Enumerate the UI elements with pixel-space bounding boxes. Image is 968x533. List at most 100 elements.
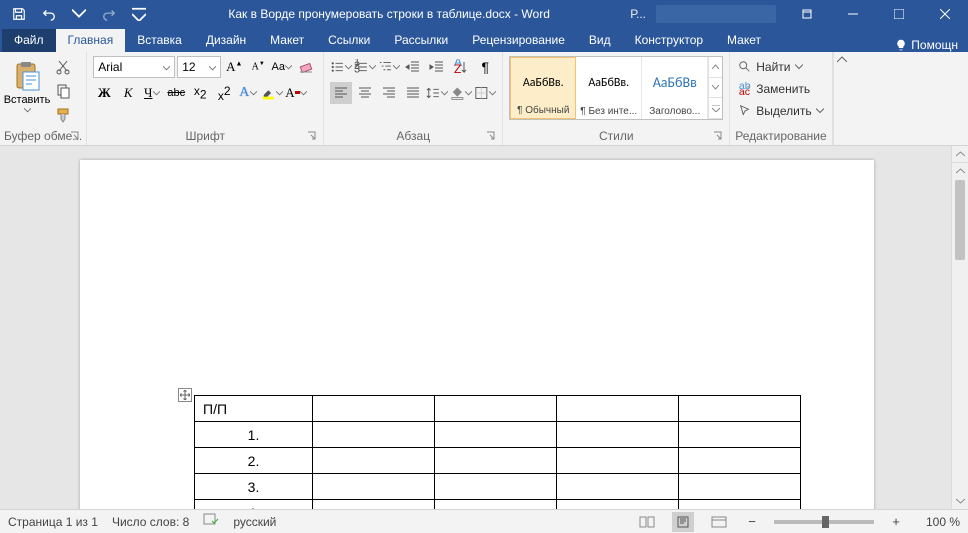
table-row[interactable]: 2. bbox=[195, 448, 801, 474]
table-move-handle[interactable] bbox=[178, 388, 192, 402]
table-cell[interactable]: 3. bbox=[195, 474, 313, 500]
tab-table-design[interactable]: Конструктор bbox=[623, 29, 715, 52]
grow-font-button[interactable]: A▲ bbox=[223, 56, 245, 78]
table-cell[interactable] bbox=[435, 448, 557, 474]
table-cell[interactable] bbox=[557, 474, 679, 500]
page-indicator[interactable]: Страница 1 из 1 bbox=[8, 515, 98, 529]
font-color-button[interactable]: A bbox=[285, 82, 307, 104]
qat-customize[interactable] bbox=[128, 3, 150, 25]
word-count[interactable]: Число слов: 8 bbox=[112, 515, 189, 529]
show-marks-button[interactable]: ¶ bbox=[474, 56, 496, 78]
table-cell[interactable] bbox=[313, 474, 435, 500]
undo-dropdown[interactable] bbox=[68, 3, 90, 25]
find-button[interactable]: Найти bbox=[736, 56, 804, 78]
clear-formatting-button[interactable] bbox=[295, 56, 317, 78]
table-cell[interactable] bbox=[557, 448, 679, 474]
minimize-button[interactable] bbox=[830, 0, 876, 28]
highlight-button[interactable] bbox=[261, 82, 283, 104]
table-cell[interactable] bbox=[679, 474, 801, 500]
align-center-button[interactable] bbox=[354, 82, 376, 104]
tab-file[interactable]: Файл bbox=[2, 29, 56, 52]
text-effects-button[interactable]: A bbox=[237, 82, 259, 104]
tab-layout[interactable]: Макет bbox=[258, 29, 316, 52]
table-cell[interactable] bbox=[313, 500, 435, 510]
tab-mailings[interactable]: Рассылки bbox=[382, 29, 460, 52]
table-cell[interactable] bbox=[313, 422, 435, 448]
zoom-level[interactable]: 100 % bbox=[918, 515, 960, 529]
styles-scroll-down[interactable] bbox=[709, 78, 722, 99]
redo-button[interactable] bbox=[98, 3, 120, 25]
table-cell[interactable] bbox=[435, 474, 557, 500]
shrink-font-button[interactable]: A▼ bbox=[247, 56, 269, 78]
borders-button[interactable] bbox=[474, 82, 496, 104]
table-row[interactable]: 4. bbox=[195, 500, 801, 510]
multilevel-list-button[interactable] bbox=[378, 56, 400, 78]
table-cell[interactable] bbox=[557, 500, 679, 510]
paragraph-launcher[interactable] bbox=[484, 129, 496, 141]
superscript-button[interactable]: x2 bbox=[213, 82, 235, 104]
scroll-thumb[interactable] bbox=[952, 180, 968, 492]
table-cell[interactable] bbox=[435, 500, 557, 510]
shading-button[interactable] bbox=[450, 82, 472, 104]
style-normal[interactable]: АаБбВв.¶ Обычный bbox=[510, 57, 576, 119]
table-cell[interactable] bbox=[679, 448, 801, 474]
style-no-spacing[interactable]: АаБбВв.¶ Без инте... bbox=[576, 57, 642, 119]
ribbon-options-button[interactable] bbox=[784, 0, 830, 28]
font-size-combo[interactable]: 12 bbox=[177, 56, 221, 78]
italic-button[interactable]: К bbox=[117, 82, 139, 104]
align-left-button[interactable] bbox=[330, 82, 352, 104]
table-cell[interactable] bbox=[679, 422, 801, 448]
bold-button[interactable]: Ж bbox=[93, 82, 115, 104]
clipboard-launcher[interactable] bbox=[68, 129, 80, 141]
table-cell[interactable] bbox=[435, 396, 557, 422]
tab-home[interactable]: Главная bbox=[56, 29, 126, 52]
table-cell[interactable] bbox=[679, 396, 801, 422]
font-name-combo[interactable]: Arial bbox=[93, 56, 175, 78]
paste-button[interactable]: Вставить bbox=[6, 56, 48, 113]
subscript-button[interactable]: x2 bbox=[189, 82, 211, 104]
select-button[interactable]: Выделить bbox=[736, 100, 825, 122]
table-row[interactable]: 3. bbox=[195, 474, 801, 500]
save-button[interactable] bbox=[8, 3, 30, 25]
print-layout-button[interactable] bbox=[672, 512, 694, 532]
increase-indent-button[interactable] bbox=[426, 56, 448, 78]
tell-me-button[interactable]: Помощн bbox=[887, 38, 966, 52]
zoom-in-button[interactable]: + bbox=[888, 514, 904, 530]
underline-button[interactable]: Ч bbox=[141, 82, 163, 104]
scroll-up[interactable] bbox=[952, 163, 968, 180]
table-cell[interactable] bbox=[557, 422, 679, 448]
tab-review[interactable]: Рецензирование bbox=[460, 29, 577, 52]
close-button[interactable] bbox=[922, 0, 968, 28]
table-cell[interactable]: 4. bbox=[195, 500, 313, 510]
tab-insert[interactable]: Вставка bbox=[125, 29, 194, 52]
numbering-button[interactable]: 123 bbox=[354, 56, 376, 78]
bullets-button[interactable] bbox=[330, 56, 352, 78]
table-cell[interactable]: 1. bbox=[195, 422, 313, 448]
zoom-slider[interactable] bbox=[774, 520, 874, 524]
justify-button[interactable] bbox=[402, 82, 424, 104]
styles-gallery-scroll[interactable] bbox=[708, 57, 722, 119]
sign-in-area[interactable] bbox=[656, 5, 776, 23]
styles-launcher[interactable] bbox=[711, 129, 723, 141]
table-cell[interactable] bbox=[557, 396, 679, 422]
table-cell[interactable] bbox=[435, 422, 557, 448]
tab-design[interactable]: Дизайн bbox=[194, 29, 258, 52]
format-painter-button[interactable] bbox=[52, 104, 74, 126]
strikethrough-button[interactable]: abc bbox=[165, 82, 187, 104]
ruler-toggle[interactable] bbox=[952, 146, 968, 163]
styles-scroll-up[interactable] bbox=[709, 57, 722, 78]
paste-dropdown[interactable] bbox=[23, 108, 31, 113]
scroll-down[interactable] bbox=[952, 492, 968, 509]
table-cell[interactable] bbox=[313, 396, 435, 422]
undo-button[interactable] bbox=[38, 3, 60, 25]
document-table[interactable]: П/П1.2.3.4.5.6.7. bbox=[194, 395, 801, 509]
cut-button[interactable] bbox=[52, 56, 74, 78]
maximize-button[interactable] bbox=[876, 0, 922, 28]
style-heading1[interactable]: АаБбВвЗаголово... bbox=[642, 57, 708, 119]
table-row[interactable]: П/П bbox=[195, 396, 801, 422]
table-cell[interactable] bbox=[679, 500, 801, 510]
vertical-scrollbar[interactable] bbox=[951, 146, 968, 509]
collapse-ribbon-button[interactable] bbox=[833, 52, 851, 145]
table-cell[interactable]: 2. bbox=[195, 448, 313, 474]
align-right-button[interactable] bbox=[378, 82, 400, 104]
